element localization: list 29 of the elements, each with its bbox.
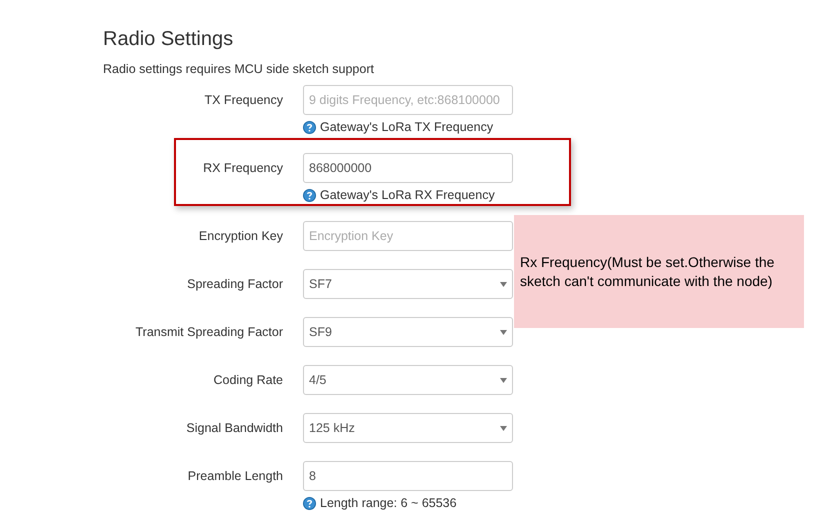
note-callout: Rx Frequency(Must be set.Otherwise the sketch can't communicate with the node) <box>514 215 804 328</box>
help-text: Gateway's LoRa TX Frequency <box>320 119 494 135</box>
select-field[interactable]: SF7 <box>303 269 513 299</box>
field-label: Preamble Length <box>186 468 283 485</box>
input-field[interactable]: 868000000 <box>303 153 513 183</box>
caret-icon <box>500 330 507 334</box>
field-label: Coding Rate <box>212 372 283 389</box>
help-text: Length range: 6 ~ 65536 <box>320 495 457 511</box>
input-field[interactable]: 9 digits Frequency, etc:868100000 <box>303 85 513 115</box>
field-label: Transmit Spreading Factor <box>134 324 283 341</box>
input-field[interactable]: Encryption Key <box>303 221 513 251</box>
field-label: Encryption Key <box>198 228 283 245</box>
field-label: RX Frequency <box>202 160 283 177</box>
help-icon <box>303 188 316 202</box>
select-field[interactable]: SF9 <box>303 317 513 347</box>
field-label: Spreading Factor <box>186 276 283 293</box>
section-description: Radio settings requires MCU side sketch support <box>103 61 375 77</box>
select-field[interactable]: 4/5 <box>303 365 513 395</box>
caret-icon <box>500 378 507 382</box>
select-field[interactable]: 125 kHz <box>303 413 513 443</box>
section-title: Radio Settings <box>103 27 234 51</box>
help-text: Gateway's LoRa RX Frequency <box>320 187 495 203</box>
caret-icon <box>500 282 507 286</box>
help-icon <box>303 120 316 134</box>
help-icon <box>303 496 316 510</box>
field-label: TX Frequency <box>203 92 283 109</box>
field-label: Signal Bandwidth <box>185 420 283 437</box>
caret-icon <box>500 426 507 430</box>
input-field[interactable]: 8 <box>303 461 513 491</box>
